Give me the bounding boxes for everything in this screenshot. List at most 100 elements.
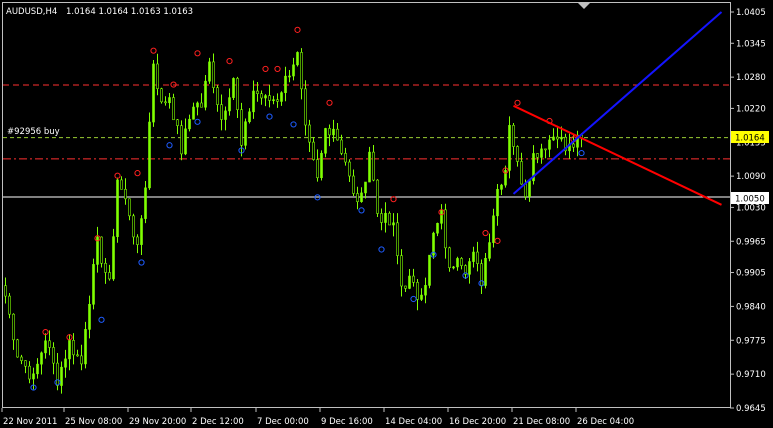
candle-body — [396, 222, 399, 256]
candle-body — [240, 109, 243, 146]
candle-body — [356, 193, 359, 202]
candle-body — [112, 236, 115, 280]
candle-body — [320, 152, 323, 179]
candle-body — [284, 75, 287, 93]
candle-body — [456, 258, 459, 268]
candle-body — [68, 340, 71, 360]
x-tick-label-9-dec-16-00: 9 Dec 16:00 — [321, 417, 373, 427]
candle-body — [32, 373, 35, 380]
candle-body — [312, 141, 315, 160]
x-tick-label-22-nov-2011: 22 Nov 2011 — [3, 417, 57, 427]
candle-body — [424, 285, 427, 296]
y-tick-label-1-0030: 1.0030 — [736, 203, 766, 213]
candle-body — [28, 365, 31, 380]
candle-body — [256, 90, 259, 94]
x-tick-label-26-dec-04-00: 26 Dec 04:00 — [577, 417, 634, 427]
y-tick-label-0-9905: 0.9905 — [736, 269, 766, 279]
candle-body — [220, 104, 223, 120]
candle-body — [216, 87, 219, 105]
candle-body — [116, 179, 119, 237]
x-tick-label-7-dec-00-00: 7 Dec 00:00 — [257, 417, 309, 427]
price-chart[interactable]: 1.04051.03451.02801.02201.01551.00901.00… — [0, 0, 773, 428]
candle-body — [192, 106, 195, 120]
candle-body — [348, 161, 351, 177]
candle-body — [460, 258, 463, 266]
y-tick-label-1-0090: 1.0090 — [736, 172, 766, 182]
candle-body — [232, 78, 235, 98]
candle-body — [484, 257, 487, 286]
y-tick-label-0-9775: 0.9775 — [736, 336, 766, 346]
candle-body — [440, 209, 443, 224]
candle-body — [44, 340, 47, 354]
candle-body — [104, 262, 107, 273]
candle-body — [452, 266, 455, 269]
candle-body — [428, 254, 431, 286]
candle-body — [80, 355, 83, 365]
candle-body — [292, 64, 295, 77]
candle-body — [84, 329, 87, 365]
candle-body — [108, 272, 111, 280]
candle-body — [444, 209, 447, 249]
y-tick-label-0-9645: 0.9645 — [736, 404, 766, 414]
x-tick-label-29-nov-20-00: 29 Nov 20:00 — [129, 417, 186, 427]
candle-body — [136, 236, 139, 245]
candle-body — [148, 121, 151, 189]
candle-body — [324, 128, 327, 154]
candle-body — [212, 61, 215, 88]
candle-body — [228, 97, 231, 112]
candle-body — [144, 187, 147, 219]
candle-body — [200, 102, 203, 108]
y-tick-label-0-9710: 0.9710 — [736, 370, 766, 380]
candle-body — [208, 61, 211, 82]
candle-body — [480, 263, 483, 286]
candle-body — [528, 180, 531, 197]
candle-body — [196, 102, 199, 108]
candle-body — [164, 101, 167, 104]
candle-body — [560, 136, 563, 140]
x-tick-label-25-nov-08-00: 25 Nov 08:00 — [65, 417, 122, 427]
candle-body — [168, 97, 171, 104]
candle-body — [492, 215, 495, 243]
y-tick-label-1-0405: 1.0405 — [736, 8, 766, 18]
candle-body — [304, 88, 307, 126]
candle-body — [16, 339, 19, 358]
candle-body — [124, 188, 127, 200]
candle-body — [488, 242, 491, 259]
candle-body — [328, 128, 331, 136]
candle-body — [52, 347, 55, 364]
ohlc-label: 1.0164 1.0164 1.0163 1.0163 — [66, 7, 193, 17]
candle-body — [540, 148, 543, 158]
candle-body — [420, 294, 423, 300]
candle-body — [520, 161, 523, 185]
candle-body — [496, 189, 499, 217]
candle-body — [436, 222, 439, 234]
candle-body — [548, 139, 551, 150]
candle-body — [36, 363, 39, 375]
candle-body — [152, 63, 155, 123]
candle-body — [132, 215, 135, 238]
candle-body — [384, 212, 387, 223]
candle-body — [188, 118, 191, 130]
candle-body — [352, 175, 355, 194]
candle-body — [100, 236, 103, 264]
candle-body — [248, 111, 251, 123]
candle-body — [524, 183, 527, 197]
candle-body — [40, 352, 43, 365]
candle-body — [392, 222, 395, 226]
x-tick-label-2-dec-12-00: 2 Dec 12:00 — [192, 417, 244, 427]
order-label: #92956 buy — [7, 127, 60, 137]
candle-body — [76, 354, 79, 357]
y-tick-label-1-0220: 1.0220 — [736, 104, 766, 114]
candle-body — [92, 264, 95, 305]
candle-body — [224, 110, 227, 120]
candle-body — [380, 213, 383, 223]
candle-body — [72, 340, 75, 356]
candle-body — [272, 99, 275, 102]
candle-body — [56, 362, 59, 386]
y-tick-label-0-9965: 0.9965 — [736, 237, 766, 247]
candle-body — [376, 179, 379, 214]
candle-body — [280, 92, 283, 102]
candle-body — [404, 285, 407, 289]
candle-body — [364, 181, 367, 194]
y-tick-label-1-0280: 1.0280 — [736, 73, 766, 83]
